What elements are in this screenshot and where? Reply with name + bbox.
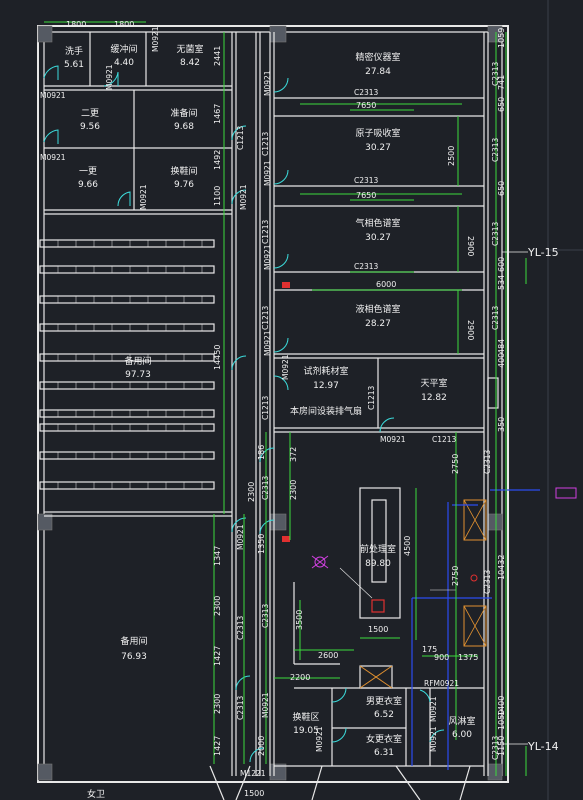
dim-text: 1492	[213, 150, 222, 170]
dim-text: 1500	[368, 625, 388, 634]
dim-text: 484	[497, 339, 506, 354]
dim-text: 400	[497, 353, 506, 368]
dim-text: 1150	[497, 736, 506, 756]
dim-text: 534	[497, 275, 506, 290]
dim-text: 2200	[290, 673, 310, 682]
dim-text: 6000	[376, 280, 396, 289]
dim-text: 2900	[466, 236, 475, 256]
dim-text: 10432	[497, 555, 506, 580]
dim-text: 1347	[213, 546, 222, 566]
dim-text: 7650	[356, 191, 376, 200]
dim-text: 2750	[451, 454, 460, 474]
dim-text: 14450	[213, 345, 222, 370]
dim-text: 1800	[114, 20, 134, 29]
dim-text: 900	[434, 653, 449, 662]
dim-text: 372	[289, 447, 298, 462]
dimension-text-layer: 1800 1800 2441 1467 1492 1100 14450 1347…	[66, 20, 506, 798]
dim-text: 2750	[451, 566, 460, 586]
dim-text: 741	[497, 75, 506, 90]
dim-text: 1467	[213, 104, 222, 124]
dim-text: 3500	[295, 610, 304, 630]
dim-text: 2900	[466, 320, 475, 340]
dim-text: 2300	[289, 480, 298, 500]
dim-text: 2300	[247, 482, 256, 502]
dim-text: 186	[257, 445, 266, 460]
dim-text: 600	[497, 257, 506, 272]
dim-text: 1427	[213, 736, 222, 756]
dim-text: 2300	[213, 596, 222, 616]
dim-text: 1059	[497, 28, 506, 48]
dim-text: 350	[497, 417, 506, 432]
dim-text: 2300	[213, 694, 222, 714]
dim-text: 1500	[244, 789, 264, 798]
dim-text: 7650	[356, 101, 376, 110]
dim-text: 650	[497, 181, 506, 196]
dim-text: 1100	[213, 186, 222, 206]
dim-text: 2600	[318, 651, 338, 660]
dim-text: 650	[497, 97, 506, 112]
dim-text: 2500	[447, 146, 456, 166]
dim-text: 1350	[257, 534, 266, 554]
dim-text: 1427	[213, 646, 222, 666]
dim-text: 4500	[403, 536, 412, 556]
dim-text: 1800	[66, 20, 86, 29]
dim-text: 1375	[458, 653, 478, 662]
dim-text: 2441	[213, 46, 222, 66]
dim-text: 1050	[497, 710, 506, 730]
dim-text: 2000	[257, 736, 266, 756]
